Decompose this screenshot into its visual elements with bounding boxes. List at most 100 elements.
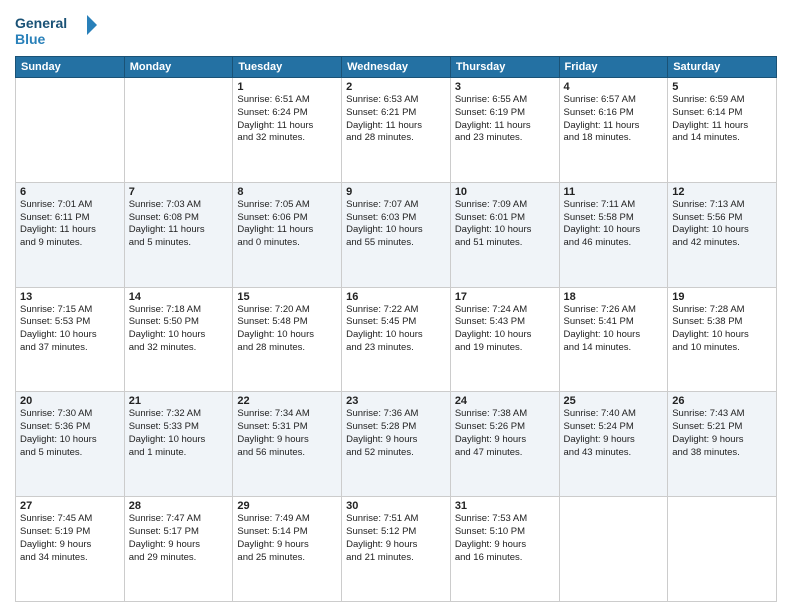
col-wednesday: Wednesday [342, 57, 451, 78]
day-info-line: and 0 minutes. [237, 237, 337, 250]
day-info-line: Sunset: 5:48 PM [237, 316, 337, 329]
day-info-line: Daylight: 10 hours [20, 329, 120, 342]
day-info-line: and 21 minutes. [346, 552, 446, 565]
logo: General Blue [15, 10, 105, 50]
day-info-line: Daylight: 10 hours [455, 329, 555, 342]
day-info-line: and 25 minutes. [237, 552, 337, 565]
day-info-line: Sunset: 5:12 PM [346, 526, 446, 539]
calendar-week-row: 13Sunrise: 7:15 AMSunset: 5:53 PMDayligh… [16, 287, 777, 392]
day-info-line: Daylight: 9 hours [672, 434, 772, 447]
day-number: 22 [237, 395, 337, 407]
day-info-line: Daylight: 11 hours [564, 120, 664, 133]
day-info-line: Daylight: 10 hours [455, 224, 555, 237]
day-info-line: Sunset: 5:41 PM [564, 316, 664, 329]
day-number: 28 [129, 500, 229, 512]
day-info-line: Daylight: 9 hours [564, 434, 664, 447]
day-info-line: Sunrise: 7:40 AM [564, 408, 664, 421]
day-info-line: Sunrise: 7:28 AM [672, 304, 772, 317]
calendar-cell: 10Sunrise: 7:09 AMSunset: 6:01 PMDayligh… [450, 182, 559, 287]
day-info-line: Sunrise: 7:18 AM [129, 304, 229, 317]
calendar-cell: 21Sunrise: 7:32 AMSunset: 5:33 PMDayligh… [124, 392, 233, 497]
day-info-line: Daylight: 9 hours [237, 434, 337, 447]
day-info-line: Daylight: 10 hours [237, 329, 337, 342]
day-info-line: Daylight: 9 hours [129, 539, 229, 552]
calendar-cell: 14Sunrise: 7:18 AMSunset: 5:50 PMDayligh… [124, 287, 233, 392]
day-info-line: Sunrise: 7:45 AM [20, 513, 120, 526]
calendar-cell: 3Sunrise: 6:55 AMSunset: 6:19 PMDaylight… [450, 78, 559, 183]
calendar-week-row: 6Sunrise: 7:01 AMSunset: 6:11 PM Daylight… [16, 182, 777, 287]
day-info-line: Sunrise: 7:01 AM [20, 199, 120, 212]
day-number: 21 [129, 395, 229, 407]
calendar-cell [16, 78, 125, 183]
calendar-cell: 9Sunrise: 7:07 AMSunset: 6:03 PMDaylight… [342, 182, 451, 287]
day-info-line: Sunrise: 7:11 AM [564, 199, 664, 212]
calendar-cell [559, 497, 668, 602]
day-info-line: and 14 minutes. [672, 132, 772, 145]
day-info-line: Sunrise: 7:24 AM [455, 304, 555, 317]
day-info-line: and 43 minutes. [564, 447, 664, 460]
day-info-line: Sunrise: 6:57 AM [564, 94, 664, 107]
day-number: 10 [455, 186, 555, 198]
calendar-header-row: Sunday Monday Tuesday Wednesday Thursday… [16, 57, 777, 78]
calendar-week-row: 20Sunrise: 7:30 AMSunset: 5:36 PMDayligh… [16, 392, 777, 497]
day-info-line: and 10 minutes. [672, 342, 772, 355]
calendar-cell: 28Sunrise: 7:47 AMSunset: 5:17 PMDayligh… [124, 497, 233, 602]
col-tuesday: Tuesday [233, 57, 342, 78]
day-info-line: Sunset: 5:10 PM [455, 526, 555, 539]
day-info-line: and 23 minutes. [346, 342, 446, 355]
day-info-line: Sunset: 6:03 PM [346, 212, 446, 225]
day-info-line: and 18 minutes. [564, 132, 664, 145]
day-info-line: Sunset: 5:21 PM [672, 421, 772, 434]
day-number: 25 [564, 395, 664, 407]
day-info-line: and 1 minute. [129, 447, 229, 460]
day-info-line: Daylight: 10 hours [564, 224, 664, 237]
day-info-line: Daylight: 11 hours [129, 224, 229, 237]
day-info-line: and 42 minutes. [672, 237, 772, 250]
calendar-cell: 8Sunrise: 7:05 AMSunset: 6:06 PMDaylight… [233, 182, 342, 287]
svg-text:Blue: Blue [15, 31, 46, 47]
calendar-table: Sunday Monday Tuesday Wednesday Thursday… [15, 56, 777, 602]
day-info-line: Sunset: 6:16 PM [564, 107, 664, 120]
day-number: 1 [237, 81, 337, 93]
day-number: 17 [455, 291, 555, 303]
day-info-line: and 38 minutes. [672, 447, 772, 460]
day-info-line: Daylight: 9 hours [455, 539, 555, 552]
day-number: 24 [455, 395, 555, 407]
day-info-line: Daylight: 10 hours [129, 434, 229, 447]
col-sunday: Sunday [16, 57, 125, 78]
day-number: 14 [129, 291, 229, 303]
day-info-line: Sunrise: 7:51 AM [346, 513, 446, 526]
day-info-line: Daylight: 10 hours [20, 434, 120, 447]
page: General Blue Sunday Monday Tuesday Wedne… [0, 0, 792, 612]
day-number: 16 [346, 291, 446, 303]
day-number: 4 [564, 81, 664, 93]
day-info-line: Daylight: 10 hours [672, 329, 772, 342]
day-info-line: Sunset: 6:11 PM [20, 212, 120, 225]
calendar-cell: 2Sunrise: 6:53 AMSunset: 6:21 PMDaylight… [342, 78, 451, 183]
day-info-line: and 28 minutes. [346, 132, 446, 145]
day-number: 6 [20, 186, 120, 198]
calendar-cell: 1Sunrise: 6:51 AMSunset: 6:24 PMDaylight… [233, 78, 342, 183]
day-info-line: Daylight: 11 hours [237, 224, 337, 237]
day-number: 29 [237, 500, 337, 512]
calendar-cell: 23Sunrise: 7:36 AMSunset: 5:28 PMDayligh… [342, 392, 451, 497]
calendar-cell [668, 497, 777, 602]
calendar-cell: 30Sunrise: 7:51 AMSunset: 5:12 PMDayligh… [342, 497, 451, 602]
calendar-cell: 24Sunrise: 7:38 AMSunset: 5:26 PMDayligh… [450, 392, 559, 497]
day-info-line: Sunrise: 7:49 AM [237, 513, 337, 526]
day-number: 23 [346, 395, 446, 407]
header: General Blue [15, 10, 777, 50]
day-info-line: Daylight: 10 hours [672, 224, 772, 237]
day-info-line: Sunset: 5:53 PM [20, 316, 120, 329]
day-info-line: and 55 minutes. [346, 237, 446, 250]
day-info-line: Sunrise: 7:32 AM [129, 408, 229, 421]
calendar-cell: 13Sunrise: 7:15 AMSunset: 5:53 PMDayligh… [16, 287, 125, 392]
day-number: 11 [564, 186, 664, 198]
day-info-line: Sunset: 5:58 PM [564, 212, 664, 225]
day-number: 12 [672, 186, 772, 198]
calendar-cell: 16Sunrise: 7:22 AMSunset: 5:45 PMDayligh… [342, 287, 451, 392]
day-info-line: Sunrise: 7:36 AM [346, 408, 446, 421]
logo-svg: General Blue [15, 10, 105, 50]
calendar-week-row: 1Sunrise: 6:51 AMSunset: 6:24 PMDaylight… [16, 78, 777, 183]
calendar-cell: 11Sunrise: 7:11 AMSunset: 5:58 PMDayligh… [559, 182, 668, 287]
